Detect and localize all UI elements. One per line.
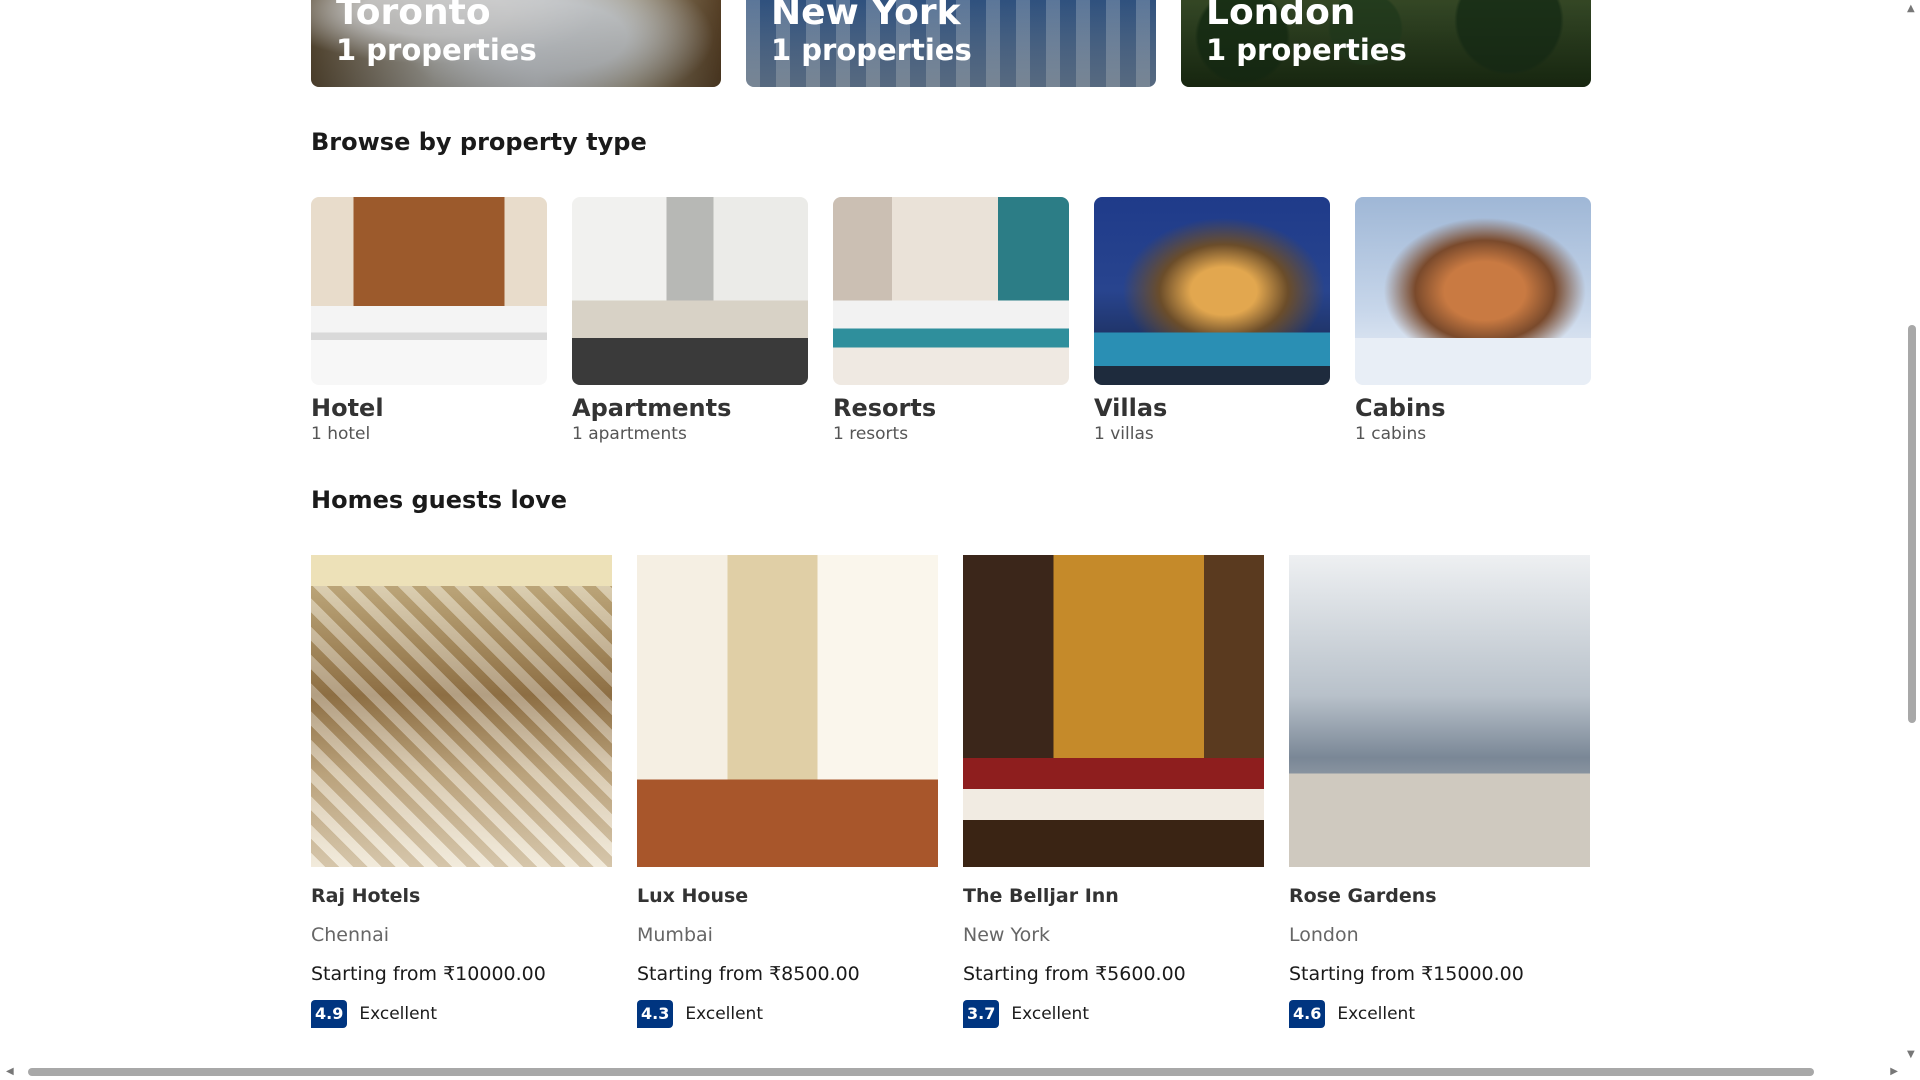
- scroll-left-arrow-icon[interactable]: ◀: [6, 1067, 14, 1077]
- rating-score-badge: 4.6: [1289, 1000, 1326, 1028]
- property-type-hotel[interactable]: Hotel 1 hotel: [311, 197, 547, 445]
- home-name: Rose Gardens: [1289, 885, 1437, 907]
- rating-label: Excellent: [685, 1004, 763, 1024]
- homes-heading: Homes guests love: [311, 486, 568, 514]
- home-rating: 4.6 Excellent: [1289, 1000, 1590, 1028]
- property-type-count: 1 resorts: [833, 424, 909, 444]
- rating-score-badge: 4.3: [637, 1000, 674, 1028]
- home-card-lux-house[interactable]: Lux House Mumbai Starting from ₹8500.00 …: [637, 555, 938, 1028]
- city-card-new-york[interactable]: New York 1 properties: [746, 0, 1156, 87]
- property-type-apartments[interactable]: Apartments 1 apartments: [572, 197, 808, 445]
- home-city: Mumbai: [637, 924, 713, 946]
- home-image: [311, 555, 612, 867]
- homes-list: Raj Hotels Chennai Starting from ₹10000.…: [311, 555, 1591, 1028]
- home-card-rose-gardens[interactable]: Rose Gardens London Starting from ₹15000…: [1289, 555, 1590, 1028]
- vertical-scrollbar[interactable]: ▲ ▼: [1904, 0, 1920, 1064]
- rating-label: Excellent: [1011, 1004, 1089, 1024]
- city-property-count: 1 properties: [771, 33, 972, 67]
- city-name: London: [1206, 0, 1356, 33]
- home-image: [1289, 555, 1590, 867]
- city-card-london[interactable]: London 1 properties: [1181, 0, 1591, 87]
- property-type-image: [572, 197, 808, 385]
- home-price: Starting from ₹15000.00: [1289, 963, 1524, 985]
- rating-label: Excellent: [359, 1004, 437, 1024]
- home-image: [637, 555, 938, 867]
- home-price: Starting from ₹5600.00: [963, 963, 1186, 985]
- scroll-up-arrow-icon[interactable]: ▲: [1907, 4, 1915, 14]
- property-type-title: Villas: [1094, 394, 1168, 422]
- rating-label: Excellent: [1337, 1004, 1415, 1024]
- home-card-raj-hotels[interactable]: Raj Hotels Chennai Starting from ₹10000.…: [311, 555, 612, 1028]
- rating-score-badge: 4.9: [311, 1000, 348, 1028]
- home-city: Chennai: [311, 924, 390, 946]
- home-price: Starting from ₹10000.00: [311, 963, 546, 985]
- home-city: New York: [963, 924, 1051, 946]
- rating-score-badge: 3.7: [963, 1000, 1000, 1028]
- property-type-image: [833, 197, 1069, 385]
- property-type-resorts[interactable]: Resorts 1 resorts: [833, 197, 1069, 445]
- city-name: New York: [771, 0, 961, 33]
- scroll-right-arrow-icon[interactable]: ▶: [1890, 1067, 1898, 1077]
- page-viewport: Toronto 1 properties New York 1 properti…: [0, 0, 1904, 1064]
- home-rating: 3.7 Excellent: [963, 1000, 1264, 1028]
- property-type-count: 1 hotel: [311, 424, 371, 444]
- property-type-title: Apartments: [572, 394, 732, 422]
- city-card-toronto[interactable]: Toronto 1 properties: [311, 0, 721, 87]
- property-type-count: 1 apartments: [572, 424, 687, 444]
- property-type-image: [311, 197, 547, 385]
- home-card-belljar-inn[interactable]: The Belljar Inn New York Starting from ₹…: [963, 555, 1264, 1028]
- home-name: Raj Hotels: [311, 885, 421, 907]
- property-type-title: Cabins: [1355, 394, 1446, 422]
- horizontal-scroll-thumb[interactable]: [28, 1068, 1814, 1076]
- city-name: Toronto: [336, 0, 491, 33]
- featured-cities: Toronto 1 properties New York 1 properti…: [311, 0, 1591, 87]
- home-image: [963, 555, 1264, 867]
- property-type-cabins[interactable]: Cabins 1 cabins: [1355, 197, 1591, 445]
- property-type-count: 1 cabins: [1355, 424, 1427, 444]
- property-type-image: [1094, 197, 1330, 385]
- home-price: Starting from ₹8500.00: [637, 963, 860, 985]
- property-type-count: 1 villas: [1094, 424, 1154, 444]
- home-name: The Belljar Inn: [963, 885, 1119, 907]
- property-type-villas[interactable]: Villas 1 villas: [1094, 197, 1330, 445]
- scroll-down-arrow-icon[interactable]: ▼: [1907, 1050, 1915, 1060]
- home-name: Lux House: [637, 885, 749, 907]
- home-city: London: [1289, 924, 1359, 946]
- property-type-list: Hotel 1 hotel Apartments 1 apartments Re…: [311, 197, 1591, 445]
- property-type-image: [1355, 197, 1591, 385]
- property-type-title: Resorts: [833, 394, 937, 422]
- horizontal-scrollbar[interactable]: ◀ ▶: [0, 1064, 1904, 1080]
- home-rating: 4.9 Excellent: [311, 1000, 612, 1028]
- city-property-count: 1 properties: [336, 33, 537, 67]
- vertical-scroll-thumb[interactable]: [1908, 325, 1916, 723]
- property-type-title: Hotel: [311, 394, 384, 422]
- city-property-count: 1 properties: [1206, 33, 1407, 67]
- home-rating: 4.3 Excellent: [637, 1000, 938, 1028]
- property-type-heading: Browse by property type: [311, 128, 647, 156]
